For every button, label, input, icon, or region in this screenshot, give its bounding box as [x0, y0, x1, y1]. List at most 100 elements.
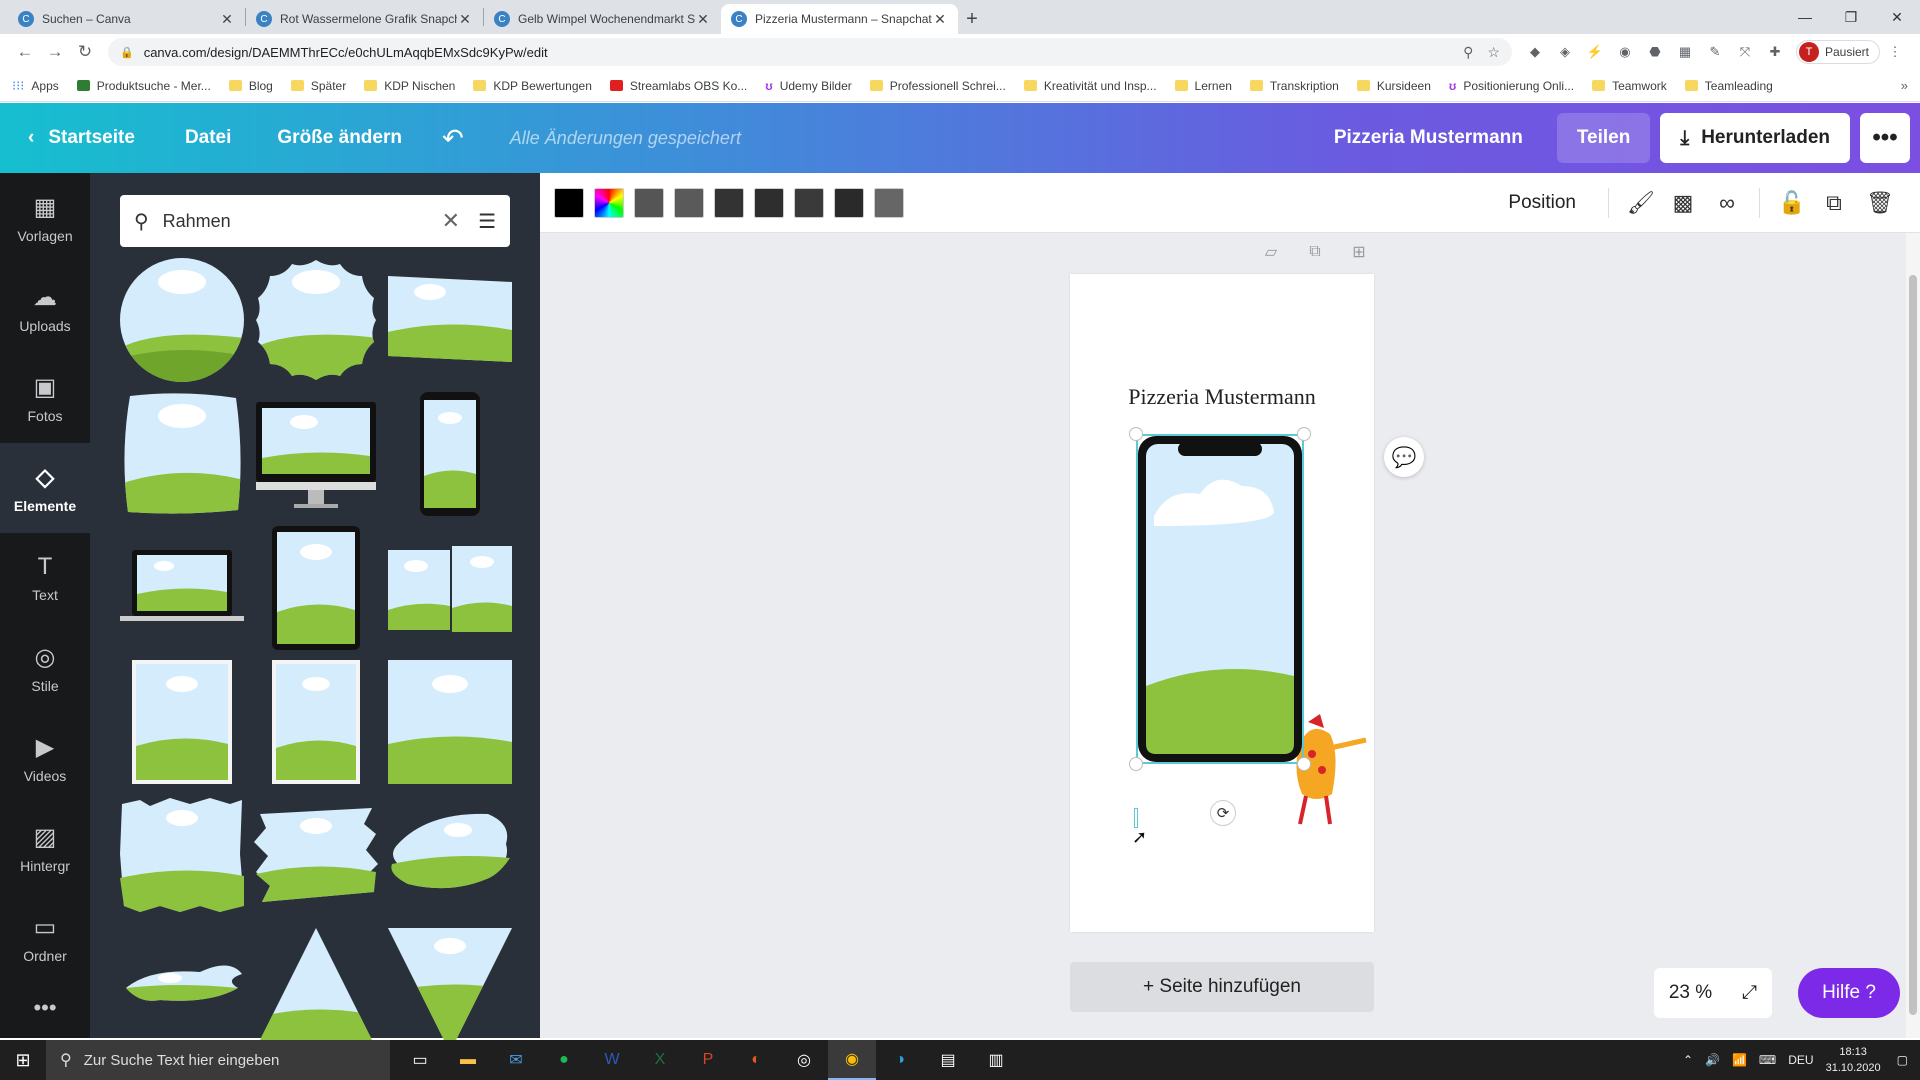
nav-item-stile[interactable]: ◎ Stile	[0, 623, 90, 713]
browser-tab[interactable]: C Suchen – Canva ✕	[8, 4, 245, 34]
frame-polaroid[interactable]	[254, 660, 378, 784]
more-options-button[interactable]: •••	[1860, 113, 1910, 163]
powerpoint-icon[interactable]: P	[684, 1040, 732, 1080]
zoom-icon[interactable]: ⚲	[1463, 44, 1473, 61]
spotify-icon[interactable]: ●	[540, 1040, 588, 1080]
color-swatch[interactable]	[794, 187, 824, 218]
bookmark-item[interactable]: Lernen	[1174, 79, 1232, 93]
duplicate-icon[interactable]: ⧉	[1822, 190, 1846, 216]
extension-icon[interactable]: ⤧	[1732, 39, 1758, 65]
task-view-icon[interactable]: ▭	[396, 1040, 444, 1080]
frame-triangle[interactable]	[254, 928, 378, 1052]
frame-tablet[interactable]	[254, 526, 378, 650]
menu-kebab-icon[interactable]: ⋮	[1882, 39, 1908, 65]
edge-icon[interactable]: ◑	[876, 1040, 924, 1080]
app-icon[interactable]: ◐	[732, 1040, 780, 1080]
color-swatch[interactable]	[634, 187, 664, 218]
lock-icon[interactable]: 🔓	[1778, 190, 1805, 216]
resize-handle[interactable]	[1297, 427, 1311, 441]
frame-splash[interactable]	[120, 928, 244, 1052]
color-swatch[interactable]	[554, 187, 584, 218]
extension-icon[interactable]: ◈	[1552, 39, 1578, 65]
bookmark-item[interactable]: Blog	[228, 79, 273, 93]
close-tab-icon[interactable]: ✕	[695, 11, 711, 28]
extension-icon[interactable]: ◉	[1612, 39, 1638, 65]
notifications-icon[interactable]: ▢	[1897, 1053, 1908, 1067]
position-button[interactable]: Position	[1508, 192, 1576, 214]
new-tab-icon[interactable]: +	[958, 4, 986, 34]
frame-torn-paper[interactable]	[120, 794, 244, 918]
url-field[interactable]: 🔒 canva.com/design/DAEMMThrECc/e0chULmAq…	[108, 38, 1512, 66]
search-input[interactable]: ⚲ Rahmen ✕ ☰	[120, 195, 510, 247]
nav-item-hintergr[interactable]: ▨ Hintergr	[0, 803, 90, 893]
page-notes-icon[interactable]: ▱	[1256, 240, 1286, 264]
taskbar-search[interactable]: ⚲ Zur Suche Text hier eingeben	[46, 1040, 390, 1080]
frame-brush-blob[interactable]	[388, 794, 512, 918]
adblock-icon[interactable]: ⬣	[1642, 39, 1668, 65]
app-icon[interactable]: ▤	[924, 1040, 972, 1080]
page-title-text[interactable]: Pizzeria Mustermann	[1070, 384, 1374, 410]
design-page[interactable]: Pizzeria Mustermann ⟳ ➚	[1070, 274, 1374, 932]
nav-item-vorlagen[interactable]: ▦ Vorlagen	[0, 173, 90, 263]
file-explorer-icon[interactable]: ▬	[444, 1040, 492, 1080]
share-button[interactable]: Teilen	[1556, 113, 1651, 163]
close-tab-icon[interactable]: ✕	[457, 11, 473, 28]
bookmark-item[interactable]: KDP Nischen	[364, 79, 455, 93]
more-bookmarks-icon[interactable]: »	[1901, 78, 1908, 93]
color-swatch[interactable]	[674, 187, 704, 218]
bookmark-item[interactable]: Transkription	[1249, 79, 1339, 93]
bookmark-item[interactable]: Produktsuche - Mer...	[76, 79, 211, 93]
eyedropper-icon[interactable]: ✎	[1702, 39, 1728, 65]
resize-button[interactable]: Größe ändern	[277, 127, 402, 149]
design-name[interactable]: Pizzeria Mustermann	[1334, 127, 1523, 149]
nav-item-videos[interactable]: ▶ Videos	[0, 713, 90, 803]
trash-icon[interactable]: 🗑	[1866, 190, 1894, 216]
nav-item-uploads[interactable]: ☁ Uploads	[0, 263, 90, 353]
frame-laptop[interactable]	[120, 526, 244, 650]
frame-inverted-triangle[interactable]	[388, 928, 512, 1052]
windows-start-icon[interactable]: ⊞	[0, 1040, 46, 1080]
file-menu[interactable]: Datei	[185, 127, 231, 149]
bookmark-item[interactable]: Später	[290, 79, 346, 93]
frame-circle[interactable]	[120, 258, 244, 382]
profile-button[interactable]: T Pausiert	[1795, 40, 1880, 64]
resize-handle[interactable]	[1129, 427, 1143, 441]
obs-icon[interactable]: ◎	[780, 1040, 828, 1080]
mail-icon[interactable]: ✉	[492, 1040, 540, 1080]
close-tab-icon[interactable]: ✕	[932, 11, 948, 28]
tray-chevron-icon[interactable]: ⌃	[1683, 1053, 1693, 1067]
app-icon[interactable]: ▥	[972, 1040, 1020, 1080]
frame-rounded-blob[interactable]	[120, 392, 244, 516]
undo-icon[interactable]: ↶	[442, 123, 464, 154]
bookmark-item[interactable]: ʊ Positionierung Onli...	[1449, 79, 1574, 93]
bookmark-item[interactable]: Teamleading	[1684, 79, 1773, 93]
nav-item-fotos[interactable]: ▣ Fotos	[0, 353, 90, 443]
bookmark-item[interactable]: Streamlabs OBS Ko...	[609, 79, 747, 93]
browser-tab-active[interactable]: C Pizzeria Mustermann – Snapchat ✕	[721, 4, 958, 34]
add-comment-icon[interactable]: 💬	[1384, 437, 1424, 477]
bookmark-item[interactable]: Kreativität und Insp...	[1023, 79, 1157, 93]
nav-item-text[interactable]: T Text	[0, 533, 90, 623]
transparency-icon[interactable]: ▩	[1671, 190, 1695, 216]
chrome-icon[interactable]: ◉	[828, 1040, 876, 1080]
close-window-icon[interactable]: ✕	[1874, 0, 1920, 34]
keyboard-icon[interactable]: ⌨	[1759, 1053, 1776, 1067]
browser-tab[interactable]: C Rot Wassermelone Grafik Snapch ✕	[246, 4, 483, 34]
bookmark-item[interactable]: Kursideen	[1356, 79, 1431, 93]
copy-style-icon[interactable]: 🖌	[1627, 190, 1655, 216]
color-swatch[interactable]	[594, 187, 624, 218]
maximize-icon[interactable]: ❐	[1828, 0, 1874, 34]
bookmark-item[interactable]: Professionell Schrei...	[869, 79, 1006, 93]
frame-scalloped[interactable]	[254, 258, 378, 382]
nav-item-ordner[interactable]: ▭ Ordner	[0, 893, 90, 983]
extension-icon[interactable]: ▦	[1672, 39, 1698, 65]
bookmark-item[interactable]: Teamwork	[1592, 79, 1667, 93]
nav-item-elemente[interactable]: ◇ Elemente	[0, 443, 90, 533]
puzzle-icon[interactable]: ✚	[1762, 39, 1788, 65]
scrollbar-thumb[interactable]	[1909, 275, 1917, 1015]
link-icon[interactable]: ∞	[1715, 190, 1739, 216]
volume-icon[interactable]: 🔊	[1705, 1053, 1720, 1067]
resize-handle[interactable]	[1297, 757, 1311, 771]
excel-icon[interactable]: X	[636, 1040, 684, 1080]
home-link[interactable]: ‹ Startseite	[28, 127, 135, 149]
